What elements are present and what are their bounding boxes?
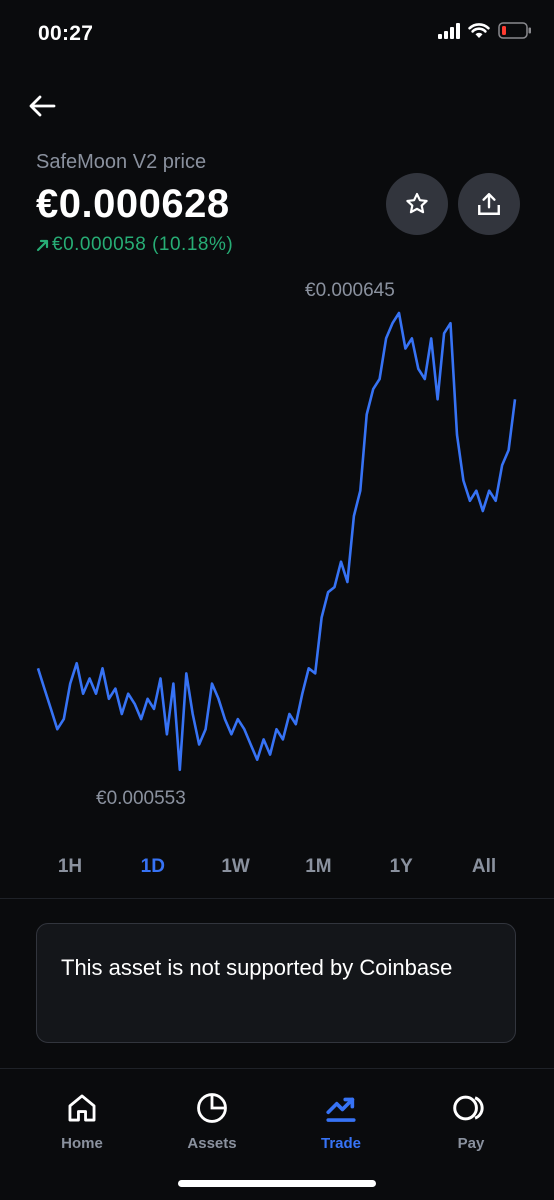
range-1d[interactable]: 1D xyxy=(113,852,193,882)
pie-chart-icon xyxy=(197,1093,227,1123)
tab-pay[interactable]: Pay xyxy=(416,1088,526,1152)
tab-label: Assets xyxy=(187,1135,237,1152)
tab-assets[interactable]: Assets xyxy=(157,1088,267,1152)
tab-label: Pay xyxy=(457,1135,485,1152)
tab-label: Home xyxy=(61,1135,103,1152)
home-indicator xyxy=(178,1180,376,1187)
chart-low-label: €0.000553 xyxy=(96,788,186,809)
unsupported-asset-notice: This asset is not supported by Coinbase xyxy=(36,923,516,1043)
tab-home[interactable]: Home xyxy=(27,1088,137,1152)
home-icon xyxy=(68,1094,96,1122)
trend-icon xyxy=(326,1097,356,1122)
pay-icon xyxy=(453,1095,484,1121)
range-1y[interactable]: 1Y xyxy=(361,852,441,882)
range-1h[interactable]: 1H xyxy=(30,852,110,882)
range-all[interactable]: All xyxy=(444,852,524,882)
divider xyxy=(0,898,554,899)
tab-trade[interactable]: Trade xyxy=(286,1088,396,1152)
tab-label: Trade xyxy=(320,1135,362,1152)
range-1w[interactable]: 1W xyxy=(196,852,276,882)
range-1m[interactable]: 1M xyxy=(278,852,358,882)
tabbar-divider xyxy=(0,1068,554,1069)
notice-text: This asset is not supported by Coinbase xyxy=(61,955,453,980)
price-chart[interactable] xyxy=(0,0,554,820)
price-series-line xyxy=(36,311,517,772)
time-range-selector: 1H 1D 1W 1M 1Y All xyxy=(30,852,524,882)
